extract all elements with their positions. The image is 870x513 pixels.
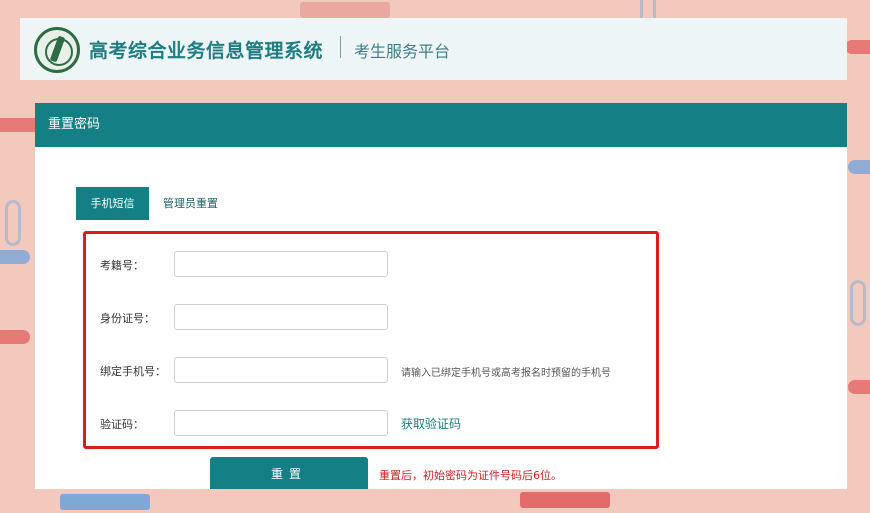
site-header: 高考综合业务信息管理系统 考生服务平台 — [20, 18, 847, 80]
system-title: 高考综合业务信息管理系统 — [89, 40, 324, 62]
exam-no-label: 考籍号： — [100, 259, 144, 272]
code-label: 验证码： — [100, 418, 144, 431]
decor-pencil — [520, 492, 610, 508]
tab-admin-reset[interactable]: 管理员重置 — [163, 187, 218, 220]
reset-note: 重置后，初始密码为证件号码后6位。 — [379, 469, 562, 482]
decor-pencil — [60, 494, 150, 510]
decor-stripe — [845, 40, 870, 54]
logo-emblem-icon — [34, 27, 80, 73]
id-no-row: 身份证号： — [86, 304, 656, 330]
panel-title: 重置密码 — [35, 103, 847, 147]
exam-no-row: 考籍号： — [86, 251, 656, 277]
tab-sms[interactable]: 手机短信 — [76, 187, 149, 220]
code-input[interactable] — [174, 410, 388, 436]
get-code-link[interactable]: 获取验证码 — [401, 415, 461, 432]
decor-stripe — [0, 250, 30, 264]
decor-pencil — [300, 2, 390, 18]
id-no-input[interactable] — [174, 304, 388, 330]
decor-stripe — [0, 330, 30, 344]
title-divider — [340, 36, 341, 58]
phone-input[interactable] — [174, 357, 388, 383]
decor-paperclip — [850, 280, 866, 326]
reset-button[interactable]: 重置 — [210, 457, 368, 489]
reset-password-panel: 重置密码 手机短信 管理员重置 考籍号： 身份证号： 绑定手机号： 请输入已绑定… — [35, 103, 847, 489]
phone-row: 绑定手机号： 请输入已绑定手机号或高考报名时预留的手机号 — [86, 357, 656, 383]
decor-stripe — [848, 380, 870, 394]
exam-no-input[interactable] — [174, 251, 388, 277]
code-row: 验证码： 获取验证码 — [86, 410, 656, 436]
phone-label: 绑定手机号： — [100, 365, 166, 378]
reset-form: 考籍号： 身份证号： 绑定手机号： 请输入已绑定手机号或高考报名时预留的手机号 … — [83, 231, 659, 449]
phone-hint: 请输入已绑定手机号或高考报名时预留的手机号 — [401, 368, 611, 379]
platform-subtitle: 考生服务平台 — [354, 42, 451, 61]
decor-paperclip — [5, 200, 21, 246]
decor-stripe — [0, 118, 40, 132]
id-no-label: 身份证号： — [100, 312, 155, 325]
decor-stripe — [848, 160, 870, 174]
